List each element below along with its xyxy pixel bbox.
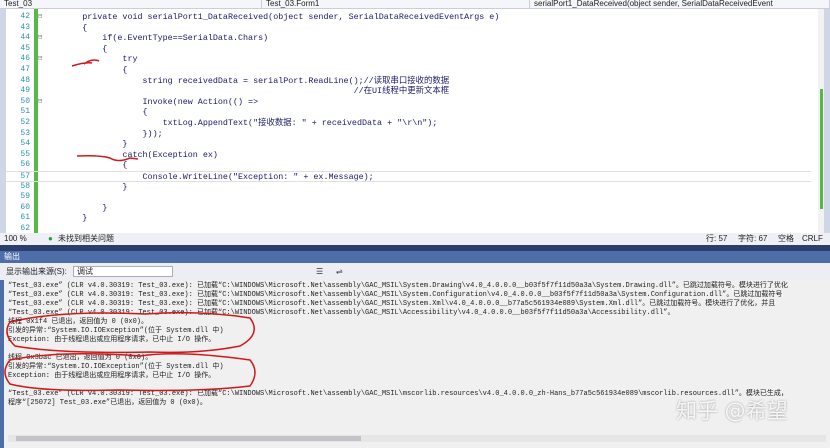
circle-first-exception bbox=[6, 311, 255, 354]
underline-try bbox=[71, 59, 100, 67]
underline-catch bbox=[76, 155, 139, 162]
circle-second-exception bbox=[4, 353, 256, 392]
red-annotations bbox=[4, 59, 256, 392]
